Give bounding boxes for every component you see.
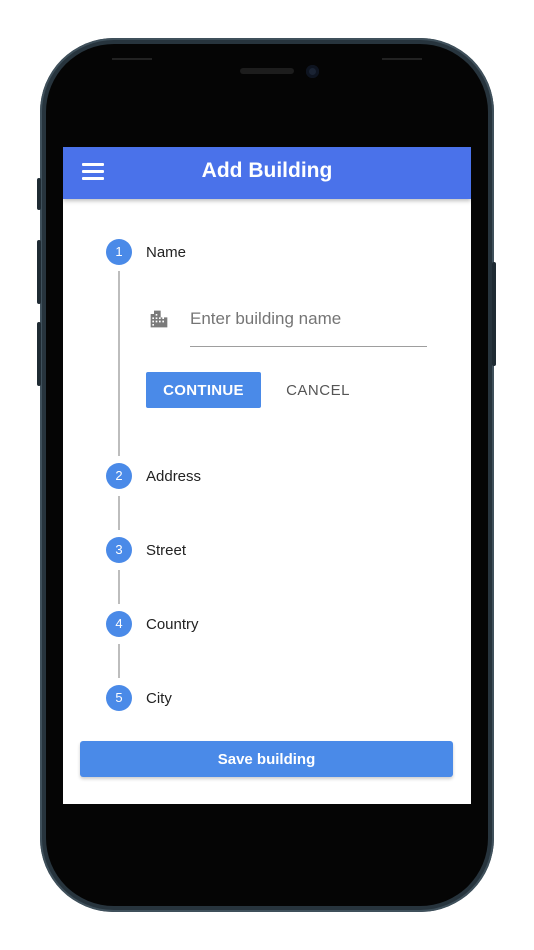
phone-top-edge-right bbox=[382, 58, 422, 60]
step-4-indicator[interactable]: 4 bbox=[106, 611, 132, 637]
save-building-button[interactable]: Save building bbox=[80, 741, 453, 777]
step-5-label[interactable]: City bbox=[146, 690, 172, 707]
step-1-label[interactable]: Name bbox=[146, 244, 186, 261]
step-2-indicator[interactable]: 2 bbox=[106, 463, 132, 489]
phone-volume-up-button bbox=[37, 240, 41, 304]
step-connector-1 bbox=[118, 271, 120, 456]
step-connector-2 bbox=[118, 496, 120, 530]
phone-speaker bbox=[240, 68, 294, 74]
building-name-input[interactable] bbox=[190, 305, 427, 347]
phone-power-button bbox=[492, 262, 496, 366]
phone-volume-down-button bbox=[37, 322, 41, 386]
step-1-indicator[interactable]: 1 bbox=[106, 239, 132, 265]
step-3-indicator[interactable]: 3 bbox=[106, 537, 132, 563]
app-bar: Add Building bbox=[63, 147, 471, 199]
step-connector-4 bbox=[118, 644, 120, 678]
building-icon bbox=[150, 310, 168, 328]
page-title: Add Building bbox=[201, 159, 333, 182]
cancel-button[interactable]: CANCEL bbox=[277, 372, 359, 408]
phone-camera bbox=[306, 65, 319, 78]
step-4-label[interactable]: Country bbox=[146, 616, 199, 633]
step-3-label[interactable]: Street bbox=[146, 542, 186, 559]
step-connector-3 bbox=[118, 570, 120, 604]
continue-button[interactable]: CONTINUE bbox=[146, 372, 261, 408]
app-screen: Add Building 1 Name CONTINUE CANCEL 2 Ad… bbox=[63, 147, 471, 804]
phone-silent-switch bbox=[37, 178, 41, 210]
step-2-label[interactable]: Address bbox=[146, 468, 201, 485]
phone-top-edge-left bbox=[112, 58, 152, 60]
step-5-indicator[interactable]: 5 bbox=[106, 685, 132, 711]
